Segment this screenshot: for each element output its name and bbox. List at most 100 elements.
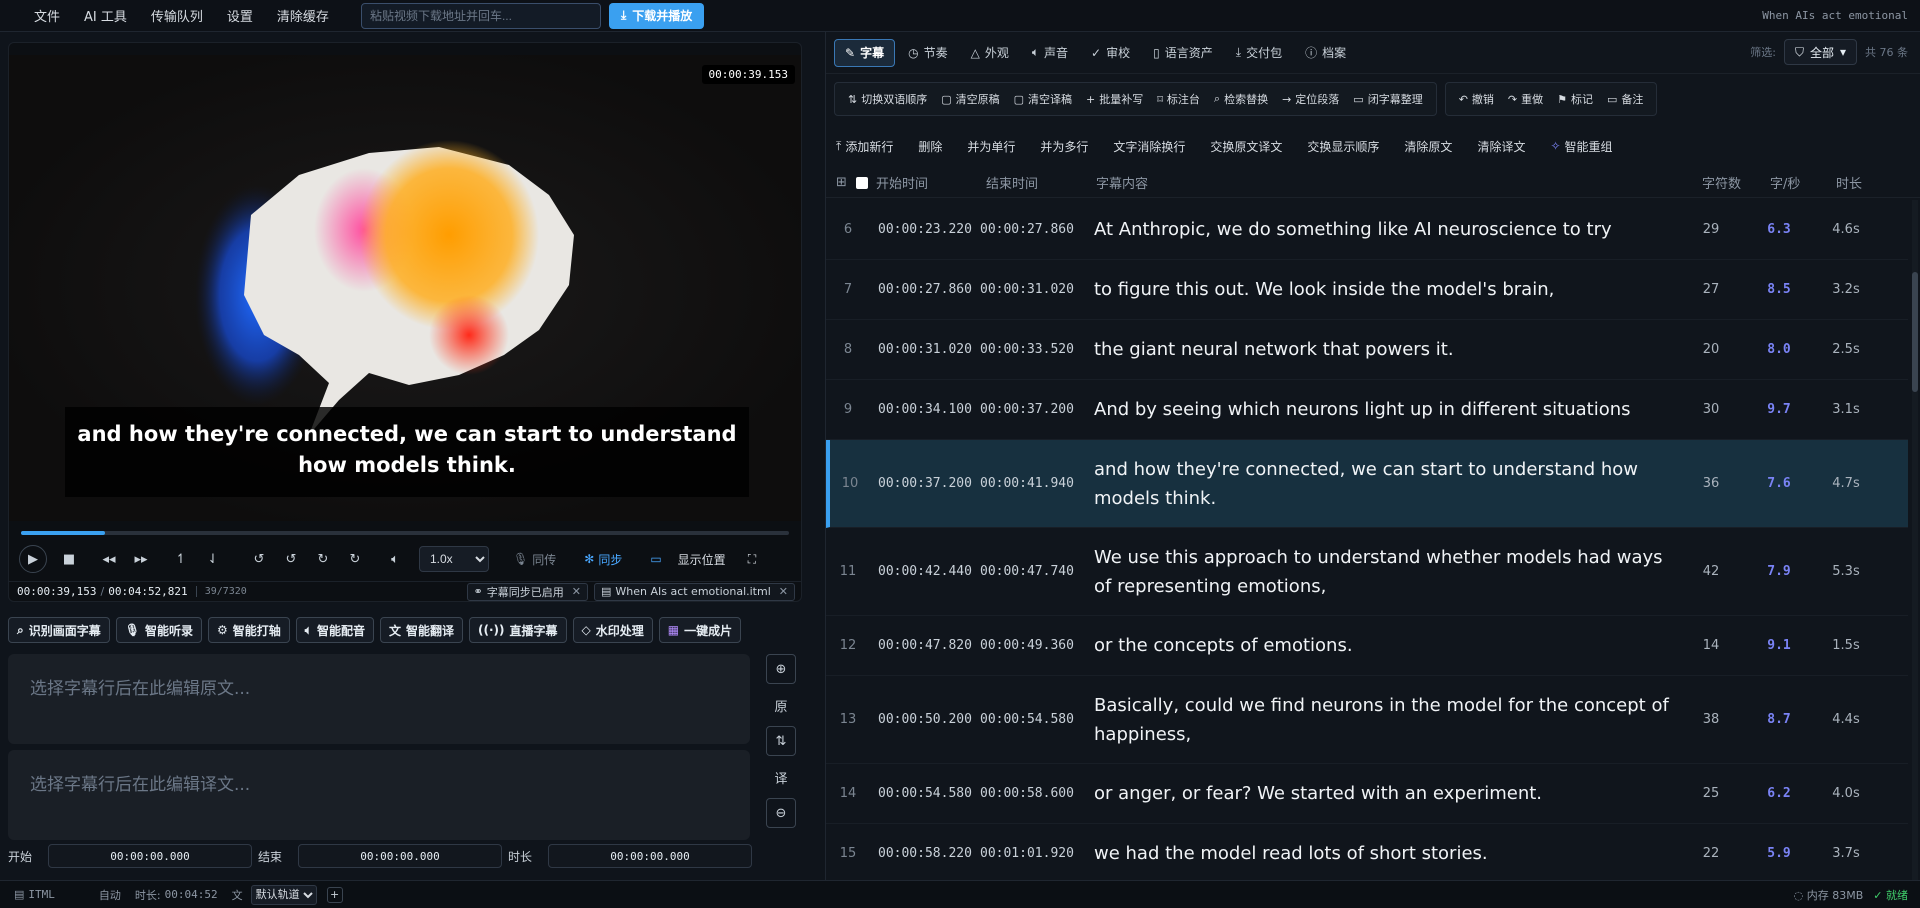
table-row[interactable]: 9 00:00:34.100 00:00:37.200 And by seeing w… [826,380,1908,440]
header-duration[interactable]: 时长 [1836,173,1886,192]
search-replace-button[interactable]: ⌕ 检索替换 [1207,91,1275,107]
duration-input[interactable] [548,844,752,868]
remove-linebreak-button[interactable]: 文字消除换行 [1113,138,1185,155]
table-row[interactable]: 6 00:00:23.220 00:00:27.860 At Anthropic, w… [826,200,1908,260]
tab-sound[interactable]: 🔈︎ 声音 [1022,39,1078,67]
smart-translate-button[interactable]: 文智能翻译 [380,617,464,643]
row-text[interactable]: and how they're connected, we can start … [1090,455,1680,513]
smart-transcribe-button[interactable]: 🎙︎ 智能听录 [115,617,202,643]
back-1s-button[interactable]: ↺ [275,545,307,573]
swap-button[interactable]: ⇅ [766,726,796,756]
redo-button[interactable]: ↷ 重做 [1501,91,1550,107]
toggle-bilingual-order-button[interactable]: ⇅ 切换双语顺序 [841,91,934,107]
watermark-button[interactable]: ◇ 水印处理 [572,617,653,643]
menu-ai-tools[interactable]: AI 工具 [74,6,137,25]
delete-button[interactable]: 删除 [918,138,942,155]
clear-source-text-button[interactable]: 清除原文 [1404,138,1452,155]
tab-appearance[interactable]: △ 外观 [961,39,1019,67]
tab-archive[interactable]: ⓘ 档案 [1295,39,1356,67]
row-text[interactable]: we had the model read lots of short stor… [1090,839,1680,868]
subtitle-position-icon[interactable]: ▭ [650,552,661,566]
smart-dubbing-button[interactable]: 🔈︎ 智能配音 [295,617,374,643]
filter-dropdown[interactable]: ⛉ 全部 ▾ [1783,39,1857,65]
tab-subtitles[interactable]: ✎ 字幕 [834,38,896,67]
stop-button[interactable]: ■ [53,545,85,573]
table-scrollbar[interactable] [1912,200,1918,880]
add-track-button[interactable]: + [326,886,343,903]
recognize-subtitles-button[interactable]: ⌕ 识别画面字幕 [8,617,110,643]
add-row-button[interactable]: ⤒ 添加新行 [836,138,893,155]
row-text[interactable]: And by seeing which neurons light up in … [1090,395,1680,424]
rewind-button[interactable]: ◂◂ [93,545,125,573]
closed-caption-button[interactable]: ▭ 闭字幕整理 [1346,91,1429,107]
start-time-input[interactable] [48,844,252,868]
undo-button[interactable]: ↶ 撤销 [1452,91,1501,107]
table-row[interactable]: 8 00:00:31.020 00:00:33.520 the giant neura… [826,320,1908,380]
batch-fill-button[interactable]: + 批量补写 [1079,91,1150,107]
set-start-button[interactable]: ↿ [165,545,197,573]
header-cps[interactable]: 字/秒 [1770,173,1836,192]
tab-review[interactable]: ✓ 审校 [1081,39,1140,67]
swap-display-order-button[interactable]: 交换显示顺序 [1307,138,1379,155]
close-icon[interactable]: ✕ [572,585,581,598]
tab-language-assets[interactable]: ▯ 语言资产 [1143,39,1223,67]
table-row[interactable]: 11 00:00:42.440 00:00:47.740 We use this ap… [826,528,1908,616]
header-chars[interactable]: 字符数 [1702,173,1770,192]
download-play-button[interactable]: ⤓ 下载并播放 [608,2,705,29]
table-row[interactable]: 7 00:00:27.860 00:00:31.020 to figure this … [826,260,1908,320]
merge-single-button[interactable]: 并为单行 [967,138,1015,155]
forward-1s-button[interactable]: ↻ [307,545,339,573]
swap-source-translation-button[interactable]: 交换原文译文 [1210,138,1282,155]
tab-delivery[interactable]: ⤓ 交付包 [1226,39,1292,67]
tab-rhythm[interactable]: ◷ 节奏 [898,39,958,67]
row-text[interactable]: the giant neural network that powers it. [1090,335,1680,364]
grid-icon[interactable]: ⊞ [836,175,850,190]
header-end[interactable]: 结束时间 [986,173,1096,192]
zoom-out-button[interactable]: ⊖ [766,798,796,828]
forward-5s-button[interactable]: ↻ [339,545,371,573]
fullscreen-icon[interactable]: ⛶ [748,552,756,567]
end-time-input[interactable] [298,844,502,868]
back-5s-button[interactable]: ↺ [243,545,275,573]
zoom-in-button[interactable]: ⊕ [766,654,796,684]
select-all-checkbox[interactable] [856,176,868,189]
scroll-thumb[interactable] [1912,272,1918,392]
translation-text-editor[interactable]: 选择字幕行后在此编辑译文... [8,750,750,840]
play-button[interactable]: ▶ [19,545,47,573]
volume-button[interactable]: 🔈︎ [379,545,411,573]
video-url-input[interactable] [360,2,601,29]
clear-translation-button[interactable]: ▢ 清空译稿 [1007,91,1079,107]
show-position-button[interactable]: 显示位置 [678,551,726,568]
header-start[interactable]: 开始时间 [876,173,986,192]
one-click-video-button[interactable]: ▦ 一键成片 [658,617,742,643]
row-text[interactable]: At Anthropic, we do something like AI ne… [1090,215,1680,244]
merge-multi-button[interactable]: 并为多行 [1040,138,1088,155]
simultaneous-toggle[interactable]: 🎙︎ 同传 [513,551,556,568]
table-row[interactable]: 10 00:00:37.200 00:00:41.940 and how they'r… [826,440,1908,528]
clear-translation-text-button[interactable]: 清除译文 [1477,138,1525,155]
table-row[interactable]: 14 00:00:54.580 00:00:58.600 or anger, or f… [826,764,1908,824]
live-subtitles-button[interactable]: ((·)) 直播字幕 [469,617,567,643]
video-canvas[interactable]: 00:00:39.153 and how they're connected, … [9,55,801,521]
menu-clear-cache[interactable]: 清除缓存 [267,6,339,25]
track-select[interactable]: 默认轨道 [250,884,317,905]
sync-toggle[interactable]: ✻ 同步 [584,551,622,568]
locate-paragraph-button[interactable]: → 定位段落 [1275,91,1346,107]
row-text[interactable]: Basically, could we find neurons in the … [1090,691,1680,749]
smart-regroup-button[interactable]: ✧ 智能重组 [1550,138,1612,155]
table-row[interactable]: 15 00:00:58.220 00:01:01.920 we had the mod… [826,824,1908,884]
row-text[interactable]: or the concepts of emotions. [1090,631,1680,660]
set-end-button[interactable]: ⇃ [197,545,229,573]
forward-button[interactable]: ▸▸ [125,545,157,573]
row-text[interactable]: or anger, or fear? We started with an ex… [1090,779,1680,808]
close-icon[interactable]: ✕ [779,585,788,598]
source-text-editor[interactable]: 选择字幕行后在此编辑原文... [8,654,750,744]
note-button[interactable]: ▭ 备注 [1600,91,1650,107]
smart-timing-button[interactable]: ⚙ 智能打轴 [208,617,290,643]
progress-bar[interactable] [21,531,789,535]
mark-button[interactable]: ⚑ 标记 [1550,91,1600,107]
menu-file[interactable]: 文件 [24,6,70,25]
table-row[interactable]: 13 00:00:50.200 00:00:54.580 Basically, cou… [826,676,1908,764]
row-text[interactable]: We use this approach to understand wheth… [1090,543,1680,601]
annotation-button[interactable]: ⌑ 标注台 [1150,91,1207,107]
